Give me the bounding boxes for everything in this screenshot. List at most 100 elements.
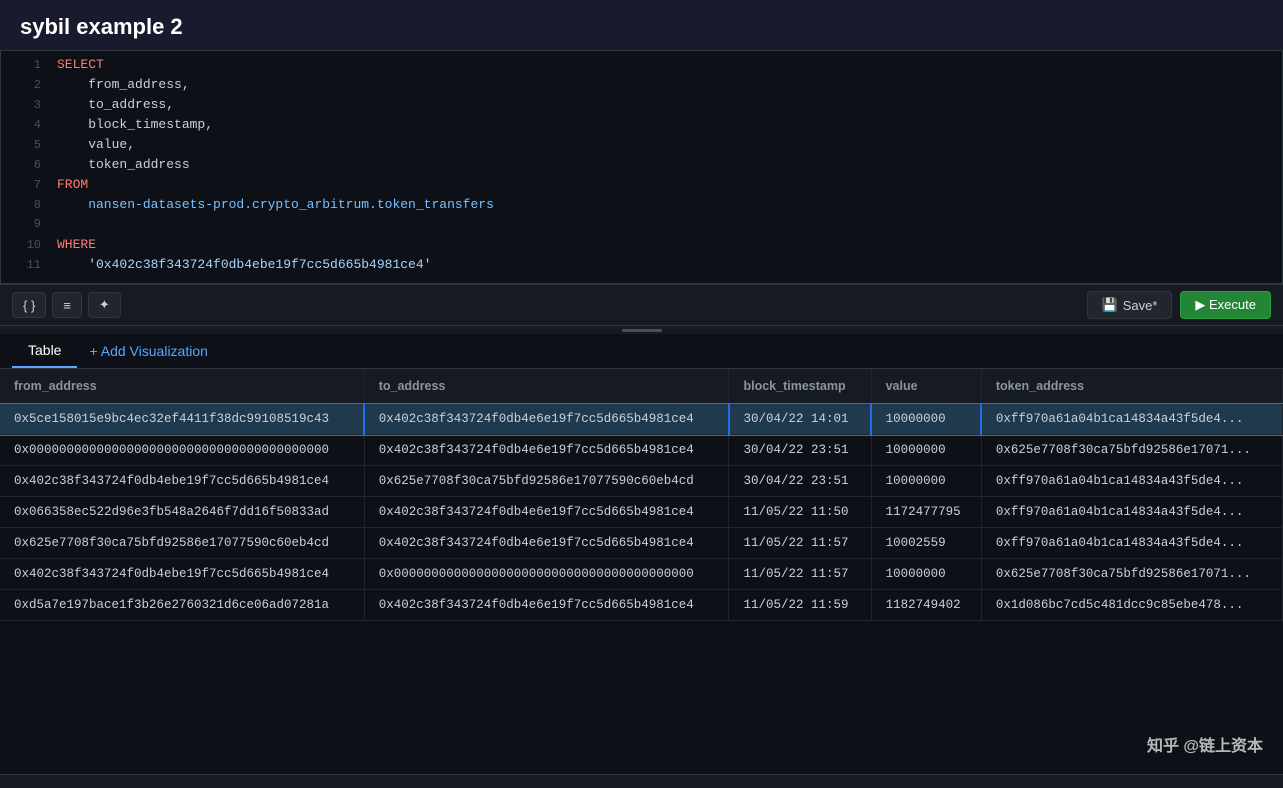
code-line: 8 nansen-datasets-prod.crypto_arbitrum.t… xyxy=(1,197,1282,217)
toolbar-left: { } ≡ ✦ xyxy=(12,292,121,318)
divider[interactable] xyxy=(0,326,1283,334)
column-header-to_address[interactable]: to_address xyxy=(364,369,729,404)
code-text: '0x402c38f343724f0db4ebe19f7cc5d665b4981… xyxy=(57,257,431,272)
cell-token_address: 0xff970a61a04b1ca14834a43f5de4... xyxy=(981,497,1282,528)
header-row: from_addressto_addressblock_timestampval… xyxy=(0,369,1283,404)
line-number: 7 xyxy=(13,178,41,192)
cell-from_address: 0x402c38f343724f0db4ebe19f7cc5d665b4981c… xyxy=(0,466,364,497)
code-line: 3 to_address, xyxy=(1,97,1282,117)
code-text: FROM xyxy=(57,177,88,192)
table-row[interactable]: 0xd5a7e197bace1f3b26e2760321d6ce06ad0728… xyxy=(0,590,1283,621)
code-text: nansen-datasets-prod.crypto_arbitrum.tok… xyxy=(57,197,494,212)
cell-to_address: 0x402c38f343724f0db4e6e19f7cc5d665b4981c… xyxy=(364,497,729,528)
cell-to_address: 0x00000000000000000000000000000000000000… xyxy=(364,559,729,590)
results-table: from_addressto_addressblock_timestampval… xyxy=(0,369,1283,621)
line-number: 2 xyxy=(13,78,41,92)
code-editor: 1 SELECT 2 from_address, 3 to_address,4 blo… xyxy=(0,50,1283,284)
table-row[interactable]: 0x066358ec522d96e3fb548a2646f7dd16f50833… xyxy=(0,497,1283,528)
cell-value: 10002559 xyxy=(871,528,981,559)
cell-from_address: 0x5ce158015e9bc4ec32ef4411f38dc99108519c… xyxy=(0,404,364,435)
cell-block_timestamp: 11/05/22 11:57 xyxy=(729,528,871,559)
table-row[interactable]: 0x402c38f343724f0db4ebe19f7cc5d665b4981c… xyxy=(0,559,1283,590)
code-line: 10 WHERE xyxy=(1,237,1282,257)
cell-block_timestamp: 30/04/22 23:51 xyxy=(729,435,871,466)
save-button[interactable]: 💾 Save* xyxy=(1087,291,1173,319)
code-line: 9 xyxy=(1,217,1282,237)
table-body: 0x5ce158015e9bc4ec32ef4411f38dc99108519c… xyxy=(0,404,1283,621)
cell-from_address: 0x066358ec522d96e3fb548a2646f7dd16f50833… xyxy=(0,497,364,528)
cell-block_timestamp: 30/04/22 23:51 xyxy=(729,466,871,497)
line-number: 5 xyxy=(13,138,41,152)
execute-button[interactable]: ▶ Execute xyxy=(1180,291,1271,319)
divider-handle xyxy=(622,329,662,332)
cell-value: 10000000 xyxy=(871,404,981,435)
cell-to_address: 0x402c38f343724f0db4e6e19f7cc5d665b4981c… xyxy=(364,404,729,435)
code-text: from_address, xyxy=(57,77,190,92)
toolbar-right: 💾 Save* ▶ Execute xyxy=(1087,291,1271,319)
bottom-scrollbar[interactable] xyxy=(0,774,1283,788)
cell-token_address: 0x625e7708f30ca75bfd92586e17071... xyxy=(981,559,1282,590)
line-number: 6 xyxy=(13,158,41,172)
table-row[interactable]: 0x5ce158015e9bc4ec32ef4411f38dc99108519c… xyxy=(0,404,1283,435)
cell-token_address: 0x625e7708f30ca75bfd92586e17071... xyxy=(981,435,1282,466)
cell-token_address: 0x1d086bc7cd5c481dcc9c85ebe478... xyxy=(981,590,1282,621)
table-row[interactable]: 0x402c38f343724f0db4ebe19f7cc5d665b4981c… xyxy=(0,466,1283,497)
line-number: 11 xyxy=(13,258,41,272)
cell-from_address: 0x00000000000000000000000000000000000000… xyxy=(0,435,364,466)
cell-block_timestamp: 11/05/22 11:57 xyxy=(729,559,871,590)
column-header-from_address[interactable]: from_address xyxy=(0,369,364,404)
toolbar: { } ≡ ✦ 💾 Save* ▶ Execute xyxy=(0,284,1283,326)
code-line: 6 token_address xyxy=(1,157,1282,177)
tab-table[interactable]: Table xyxy=(12,334,77,368)
magic-button[interactable]: ✦ xyxy=(88,292,121,318)
cell-value: 10000000 xyxy=(871,559,981,590)
code-text: to_address, xyxy=(57,97,174,112)
tabs-bar: Table + Add Visualization xyxy=(0,334,1283,369)
cell-token_address: 0xff970a61a04b1ca14834a43f5de4... xyxy=(981,466,1282,497)
cell-token_address: 0xff970a61a04b1ca14834a43f5de4... xyxy=(981,528,1282,559)
table-container[interactable]: from_addressto_addressblock_timestampval… xyxy=(0,369,1283,774)
code-text: WHERE xyxy=(57,237,96,252)
cell-token_address: 0xff970a61a04b1ca14834a43f5de4... xyxy=(981,404,1282,435)
cell-block_timestamp: 11/05/22 11:59 xyxy=(729,590,871,621)
cell-value: 1182749402 xyxy=(871,590,981,621)
cell-to_address: 0x402c38f343724f0db4e6e19f7cc5d665b4981c… xyxy=(364,528,729,559)
json-format-button[interactable]: { } xyxy=(12,292,46,318)
table-row[interactable]: 0x625e7708f30ca75bfd92586e17077590c60eb4… xyxy=(0,528,1283,559)
code-line: 5 value, xyxy=(1,137,1282,157)
line-number: 8 xyxy=(13,198,41,212)
watermark: 知乎 @链上资本 xyxy=(1147,732,1263,756)
code-line: 1 SELECT xyxy=(1,57,1282,77)
table-format-button[interactable]: ≡ xyxy=(52,292,82,318)
code-text: block_timestamp, xyxy=(57,117,213,132)
save-label: Save* xyxy=(1123,298,1158,313)
cell-value: 10000000 xyxy=(871,435,981,466)
code-line: 7 FROM xyxy=(1,177,1282,197)
page-title: sybil example 2 xyxy=(0,0,1283,50)
code-lines: 1 SELECT 2 from_address, 3 to_address,4 blo… xyxy=(1,51,1282,283)
cell-to_address: 0x402c38f343724f0db4e6e19f7cc5d665b4981c… xyxy=(364,590,729,621)
cell-value: 1172477795 xyxy=(871,497,981,528)
column-header-token_address[interactable]: token_address xyxy=(981,369,1282,404)
code-text: SELECT xyxy=(57,57,104,72)
table-header: from_addressto_addressblock_timestampval… xyxy=(0,369,1283,404)
cell-from_address: 0xd5a7e197bace1f3b26e2760321d6ce06ad0728… xyxy=(0,590,364,621)
cell-block_timestamp: 11/05/22 11:50 xyxy=(729,497,871,528)
cell-value: 10000000 xyxy=(871,466,981,497)
cell-from_address: 0x625e7708f30ca75bfd92586e17077590c60eb4… xyxy=(0,528,364,559)
line-number: 4 xyxy=(13,118,41,132)
line-number: 1 xyxy=(13,58,41,72)
cell-from_address: 0x402c38f343724f0db4ebe19f7cc5d665b4981c… xyxy=(0,559,364,590)
line-number: 10 xyxy=(13,238,41,252)
execute-label: ▶ Execute xyxy=(1195,297,1256,313)
line-number: 9 xyxy=(13,217,41,231)
code-text: token_address xyxy=(57,157,190,172)
code-line: 4 block_timestamp, xyxy=(1,117,1282,137)
cell-to_address: 0x625e7708f30ca75bfd92586e17077590c60eb4… xyxy=(364,466,729,497)
code-line: 11 '0x402c38f343724f0db4ebe19f7cc5d665b4… xyxy=(1,257,1282,277)
add-visualization-button[interactable]: + Add Visualization xyxy=(77,335,219,367)
save-icon: 💾 xyxy=(1102,297,1118,313)
column-header-block_timestamp[interactable]: block_timestamp xyxy=(729,369,871,404)
column-header-value[interactable]: value xyxy=(871,369,981,404)
table-row[interactable]: 0x00000000000000000000000000000000000000… xyxy=(0,435,1283,466)
